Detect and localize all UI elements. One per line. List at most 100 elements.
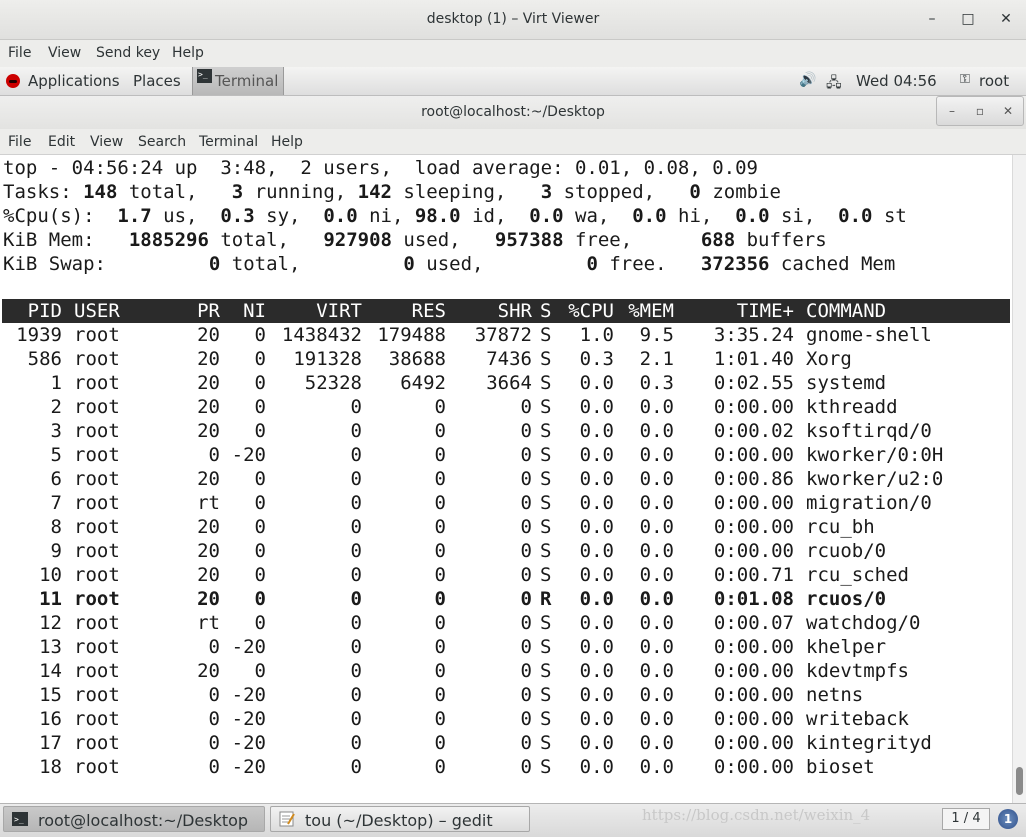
cell-virt: 0	[350, 492, 362, 514]
cell-virt: 0	[350, 396, 362, 418]
gnome-top-panel: Applications Places >_ Terminal 🔊 🖧 Wed …	[0, 67, 1026, 96]
cell-pid: 9	[50, 540, 62, 562]
terminal-menu-edit[interactable]: Edit	[48, 134, 75, 150]
cell-state: S	[540, 444, 552, 466]
terminal-menubar: File Edit View Search Terminal Help	[0, 129, 1026, 155]
terminal-maximize-button[interactable]: ▫	[969, 101, 991, 121]
cell-virt: 52328	[304, 372, 362, 394]
taskbar-item-terminal[interactable]: >_ root@localhost:~/Desktop	[3, 806, 265, 832]
cell-mem: 0.0	[639, 540, 674, 562]
cell-res: 0	[434, 516, 446, 538]
cell-virt: 0	[350, 636, 362, 658]
column-header-cpu: %CPU	[568, 300, 614, 322]
panel-terminal-task[interactable]: >_ Terminal	[192, 67, 284, 95]
terminal-menu-help[interactable]: Help	[271, 134, 303, 150]
applications-menu[interactable]: Applications	[28, 72, 120, 90]
cell-pr: 0	[208, 636, 220, 658]
cell-time: 0:00.00	[713, 396, 794, 418]
cell-state: S	[540, 660, 552, 682]
viewer-menu-sendkey[interactable]: Send key	[96, 45, 160, 61]
cell-state: S	[540, 492, 552, 514]
user-menu[interactable]: root	[979, 72, 1009, 90]
cell-command: gnome-shell	[806, 324, 932, 346]
cell-time: 3:35.24	[713, 324, 794, 346]
viewer-menubar: File View Send key Help	[0, 40, 1026, 67]
terminal-close-button[interactable]: ✕	[997, 101, 1019, 121]
cell-pid: 6	[50, 468, 62, 490]
viewer-menu-view[interactable]: View	[48, 45, 81, 61]
terminal-output[interactable]: top - 04:56:24 up 3:48, 2 users, load av…	[0, 155, 1012, 803]
cell-pid: 12	[39, 612, 62, 634]
cell-user: root	[74, 636, 120, 658]
cell-shr: 0	[520, 420, 532, 442]
process-row: 8 root 20 0 0 0 0 S 0.0 0.0 0:00.00 rcu_bh	[0, 515, 1010, 539]
cell-pid: 13	[39, 636, 62, 658]
terminal-titlebar: root@localhost:~/Desktop	[0, 96, 1026, 129]
cell-command: khelper	[806, 636, 887, 658]
cell-shr: 0	[520, 636, 532, 658]
cell-state: S	[540, 324, 552, 346]
cell-shr: 0	[520, 588, 532, 610]
cell-command: writeback	[806, 708, 909, 730]
column-header-mem: %MEM	[628, 300, 674, 322]
cell-user: root	[74, 492, 120, 514]
cell-user: root	[74, 420, 120, 442]
viewer-menu-help[interactable]: Help	[172, 45, 204, 61]
cell-shr: 0	[520, 396, 532, 418]
terminal-scrollbar-thumb[interactable]	[1016, 767, 1023, 795]
cell-ni: 0	[254, 468, 266, 490]
cell-command: rcu_bh	[806, 516, 875, 538]
column-header-shr: SHR	[497, 300, 532, 322]
cell-virt: 0	[350, 420, 362, 442]
terminal-menu-terminal[interactable]: Terminal	[199, 134, 258, 150]
viewer-menu-file[interactable]: File	[8, 45, 31, 61]
cell-mem: 2.1	[639, 348, 674, 370]
terminal-menu-file[interactable]: File	[8, 134, 31, 150]
cell-res: 6492	[400, 372, 446, 394]
cell-res: 0	[434, 684, 446, 706]
cell-pr: 20	[197, 660, 220, 682]
column-header-ni: NI	[243, 300, 266, 322]
cell-virt: 0	[350, 564, 362, 586]
cell-command: bioset	[806, 756, 875, 778]
cell-cpu: 0.3	[579, 348, 614, 370]
process-row: 12 root rt 0 0 0 0 S 0.0 0.0 0:00.07 watchdog/0	[0, 611, 1010, 635]
close-button[interactable]: ✕	[997, 10, 1015, 28]
cell-res: 0	[434, 444, 446, 466]
volume-icon[interactable]: 🔊	[799, 72, 816, 88]
notification-icon[interactable]: 1	[998, 809, 1018, 829]
cell-virt: 191328	[293, 348, 362, 370]
cell-time: 0:00.71	[713, 564, 794, 586]
cell-user: root	[74, 348, 120, 370]
terminal-scrollbar[interactable]	[1012, 155, 1026, 803]
network-icon[interactable]: 🖧	[826, 72, 842, 96]
workspace-pager[interactable]: 1 / 4	[942, 808, 990, 830]
process-row: 5 root 0 -20 0 0 0 S 0.0 0.0 0:00.00 kworker/0:0H	[0, 443, 1010, 467]
cell-res: 38688	[388, 348, 446, 370]
terminal-minimize-button[interactable]: –	[941, 101, 963, 121]
viewer-titlebar: desktop (1) – Virt Viewer – □ ✕	[0, 0, 1026, 40]
taskbar-item-gedit[interactable]: tou (~/Desktop) – gedit	[270, 806, 530, 832]
cell-pid: 18	[39, 756, 62, 778]
cell-pr: 20	[197, 348, 220, 370]
maximize-button[interactable]: □	[959, 10, 977, 28]
cell-pr: 20	[197, 540, 220, 562]
terminal-menu-search[interactable]: Search	[138, 134, 186, 150]
process-row: 1 root 20 0 52328 6492 3664 S 0.0 0.3 0:02.55 syste…	[0, 371, 1010, 395]
taskbar-item-terminal-label: root@localhost:~/Desktop	[38, 811, 249, 830]
cell-user: root	[74, 756, 120, 778]
cell-state: R	[540, 588, 552, 610]
minimize-button[interactable]: –	[923, 10, 941, 28]
cell-ni: 0	[254, 492, 266, 514]
terminal-menu-view[interactable]: View	[90, 134, 123, 150]
clock[interactable]: Wed 04:56	[856, 72, 937, 90]
places-menu[interactable]: Places	[133, 72, 181, 90]
cell-command: migration/0	[806, 492, 932, 514]
cell-ni: -20	[231, 708, 266, 730]
cell-virt: 0	[350, 444, 362, 466]
cell-virt: 0	[350, 708, 362, 730]
cell-state: S	[540, 396, 552, 418]
cell-time: 0:00.00	[713, 492, 794, 514]
cell-pr: 0	[208, 708, 220, 730]
cell-mem: 0.0	[639, 612, 674, 634]
